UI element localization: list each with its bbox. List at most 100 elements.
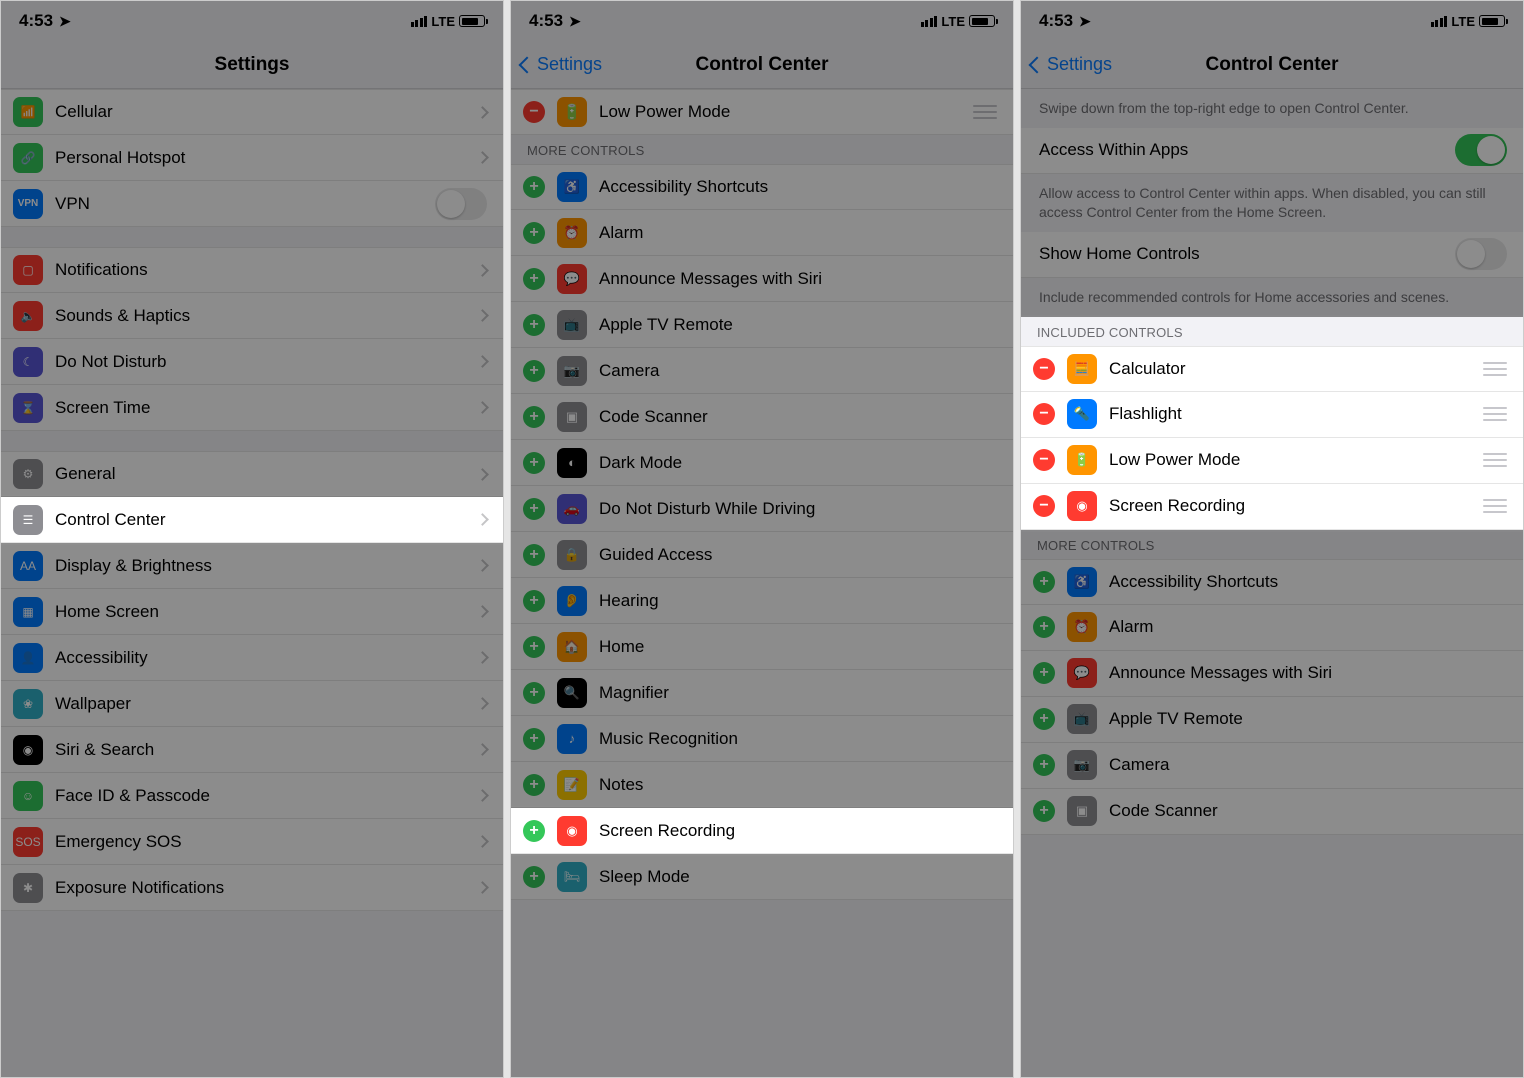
remove-button[interactable]: − (1033, 449, 1055, 471)
add-button[interactable]: + (523, 268, 545, 290)
app-icon: ▣ (557, 402, 587, 432)
drag-handle[interactable] (1483, 453, 1507, 467)
settings-row[interactable]: 🔈Sounds & Haptics (1, 293, 503, 339)
add-button[interactable]: + (523, 406, 545, 428)
control-row[interactable]: +◉Screen Recording (511, 808, 1013, 854)
control-row[interactable]: +⏰Alarm (1021, 605, 1523, 651)
add-button[interactable]: + (1033, 754, 1055, 776)
settings-row[interactable]: ⚙General (1, 451, 503, 497)
back-button[interactable]: Settings (521, 54, 602, 75)
battery-icon (1479, 15, 1505, 27)
control-row[interactable]: +🔒Guided Access (511, 532, 1013, 578)
remove-button[interactable]: − (523, 101, 545, 123)
row-label: Screen Recording (1109, 496, 1471, 516)
control-row[interactable]: +▣Code Scanner (511, 394, 1013, 440)
control-row[interactable]: +♿Accessibility Shortcuts (511, 164, 1013, 210)
back-button[interactable]: Settings (1031, 54, 1112, 75)
drag-handle[interactable] (1483, 362, 1507, 376)
settings-row[interactable]: ▦Home Screen (1, 589, 503, 635)
add-button[interactable]: + (523, 590, 545, 612)
settings-row[interactable]: ◉Siri & Search (1, 727, 503, 773)
add-button[interactable]: + (523, 222, 545, 244)
settings-row[interactable]: ▢Notifications (1, 247, 503, 293)
settings-row[interactable]: ❀Wallpaper (1, 681, 503, 727)
control-row[interactable]: +🚗Do Not Disturb While Driving (511, 486, 1013, 532)
control-row[interactable]: +♪Music Recognition (511, 716, 1013, 762)
control-row[interactable]: +⏰Alarm (511, 210, 1013, 256)
home-toggle[interactable] (1455, 238, 1507, 270)
control-row[interactable]: +◐Dark Mode (511, 440, 1013, 486)
app-icon: 🔋 (1067, 445, 1097, 475)
control-row[interactable]: +📷Camera (511, 348, 1013, 394)
add-button[interactable]: + (523, 176, 545, 198)
remove-button[interactable]: − (1033, 495, 1055, 517)
control-row[interactable]: +🔍Magnifier (511, 670, 1013, 716)
drag-handle[interactable] (1483, 407, 1507, 421)
add-button[interactable]: + (523, 682, 545, 704)
home-description: Include recommended controls for Home ac… (1021, 278, 1523, 317)
control-row[interactable]: −🔦Flashlight (1021, 392, 1523, 438)
app-icon: 👤 (13, 643, 43, 673)
add-button[interactable]: + (523, 314, 545, 336)
add-button[interactable]: + (523, 452, 545, 474)
add-button[interactable]: + (1033, 571, 1055, 593)
add-button[interactable]: + (523, 728, 545, 750)
battery-icon (969, 15, 995, 27)
settings-row[interactable]: SOSEmergency SOS (1, 819, 503, 865)
settings-row[interactable]: 👤Accessibility (1, 635, 503, 681)
control-row[interactable]: +📷Camera (1021, 743, 1523, 789)
add-button[interactable]: + (1033, 616, 1055, 638)
remove-button[interactable]: − (1033, 403, 1055, 425)
row-access-within-apps[interactable]: Access Within Apps (1021, 128, 1523, 174)
chevron-right-icon (476, 401, 489, 414)
settings-row[interactable]: AADisplay & Brightness (1, 543, 503, 589)
settings-row[interactable]: 📶Cellular (1, 89, 503, 135)
back-label: Settings (537, 54, 602, 75)
settings-row[interactable]: ☰Control Center (1, 497, 503, 543)
control-row[interactable]: +▣Code Scanner (1021, 789, 1523, 835)
add-button[interactable]: + (523, 636, 545, 658)
settings-row[interactable]: 🔗Personal Hotspot (1, 135, 503, 181)
add-button[interactable]: + (523, 544, 545, 566)
add-button[interactable]: + (523, 866, 545, 888)
control-row[interactable]: +📝Notes (511, 762, 1013, 808)
remove-button[interactable]: − (1033, 358, 1055, 380)
add-button[interactable]: + (1033, 662, 1055, 684)
vpn-toggle[interactable] (435, 188, 487, 220)
add-button[interactable]: + (523, 360, 545, 382)
row-vpn[interactable]: VPN VPN (1, 181, 503, 227)
control-row[interactable]: +👂Hearing (511, 578, 1013, 624)
control-row[interactable]: −🔋Low Power Mode (1021, 438, 1523, 484)
add-button[interactable]: + (1033, 800, 1055, 822)
settings-row[interactable]: ☾Do Not Disturb (1, 339, 503, 385)
control-row[interactable]: +♿Accessibility Shortcuts (1021, 559, 1523, 605)
access-toggle[interactable] (1455, 134, 1507, 166)
add-button[interactable]: + (523, 820, 545, 842)
row-label: Guided Access (599, 545, 997, 565)
control-row[interactable]: +📺Apple TV Remote (511, 302, 1013, 348)
row-low-power-mode[interactable]: − 🔋 Low Power Mode (511, 89, 1013, 135)
add-button[interactable]: + (523, 774, 545, 796)
add-button[interactable]: + (1033, 708, 1055, 730)
add-button[interactable]: + (523, 498, 545, 520)
control-row[interactable]: −◉Screen Recording (1021, 484, 1523, 530)
control-row[interactable]: +💬Announce Messages with Siri (1021, 651, 1523, 697)
control-row[interactable]: −🧮Calculator (1021, 346, 1523, 392)
control-row[interactable]: +🏠Home (511, 624, 1013, 670)
drag-handle[interactable] (973, 105, 997, 119)
status-bar: 4:53 ➤ LTE (1, 1, 503, 41)
chevron-left-icon (519, 56, 536, 73)
row-label: Announce Messages with Siri (1109, 663, 1507, 683)
row-label: Personal Hotspot (55, 148, 466, 168)
row-show-home-controls[interactable]: Show Home Controls (1021, 232, 1523, 278)
location-icon: ➤ (59, 13, 71, 30)
settings-row[interactable]: ⌛Screen Time (1, 385, 503, 431)
app-icon: AA (13, 551, 43, 581)
control-row[interactable]: +🛏Sleep Mode (511, 854, 1013, 900)
app-icon: ♿ (557, 172, 587, 202)
settings-row[interactable]: ✱Exposure Notifications (1, 865, 503, 911)
control-row[interactable]: +💬Announce Messages with Siri (511, 256, 1013, 302)
drag-handle[interactable] (1483, 499, 1507, 513)
control-row[interactable]: +📺Apple TV Remote (1021, 697, 1523, 743)
settings-row[interactable]: ☺Face ID & Passcode (1, 773, 503, 819)
